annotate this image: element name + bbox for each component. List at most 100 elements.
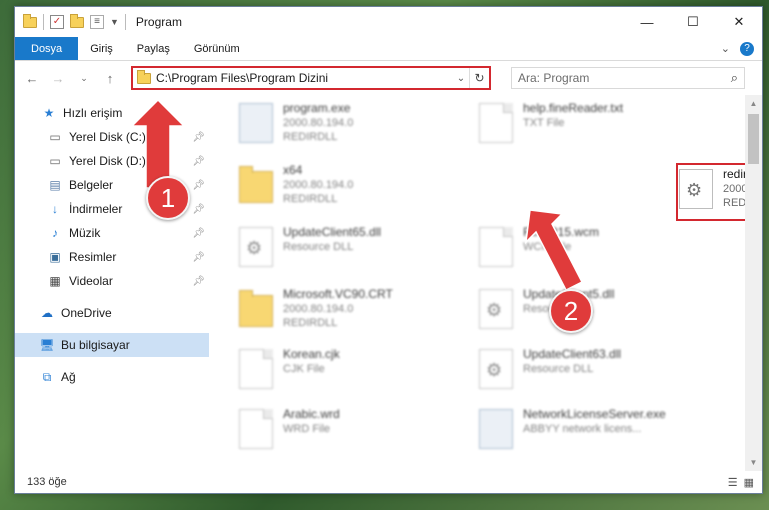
file-item[interactable]: program.exe 2000.80.194.0 REDIRDLL	[239, 101, 469, 153]
search-icon[interactable]: ⌕	[731, 70, 738, 86]
file-icon	[239, 349, 273, 389]
file-version: 2000.80.194.0	[283, 117, 354, 129]
sidebar-item-label: Yerel Disk (C:)	[69, 130, 146, 144]
file-type: ABBYY network licens...	[523, 423, 642, 435]
navigation-bar: ← → ⌄ ↑ C:\Program Files\Program Dizini …	[15, 61, 762, 95]
forward-button[interactable]: →	[47, 67, 69, 89]
pin-icon[interactable]: 📌︎	[192, 204, 205, 215]
vertical-scrollbar[interactable]: ▲ ▼	[745, 95, 762, 471]
tab-giris[interactable]: Giriş	[78, 37, 125, 60]
details-view-icon[interactable]: ☰	[728, 476, 738, 489]
status-bar: 133 öğe ☰ ▦	[15, 471, 762, 493]
file-name: NetworkLicenseServer.exe	[523, 407, 666, 421]
file-name: UpdateClient63.dll	[523, 347, 622, 361]
up-button[interactable]: ↑	[99, 67, 121, 89]
file-company: REDIRDLL	[283, 131, 338, 143]
new-folder-icon[interactable]	[70, 13, 84, 28]
scroll-down-arrow-icon[interactable]: ▼	[745, 454, 762, 471]
folder-icon	[239, 290, 273, 327]
back-button[interactable]: ←	[21, 67, 43, 89]
scroll-thumb[interactable]	[748, 114, 759, 164]
sidebar-item-label: Yerel Disk (D:)	[69, 154, 146, 168]
sidebar-item-this-pc[interactable]: 🖥︎ Bu bilgisayar	[15, 333, 209, 357]
sidebar-item-videos[interactable]: ▦ Videolar 📌︎	[15, 269, 209, 293]
sidebar-item-label: Ağ	[61, 370, 76, 384]
large-icons-view-icon[interactable]: ▦	[744, 476, 754, 489]
computer-icon: 🖥︎	[39, 338, 55, 352]
pin-icon[interactable]: 📌︎	[192, 228, 205, 239]
properties-icon[interactable]: ✓	[50, 15, 64, 29]
tab-paylas[interactable]: Paylaş	[125, 37, 182, 60]
file-list: program.exe 2000.80.194.0 REDIRDLL help.fi…	[209, 95, 762, 471]
file-item[interactable]: Arabic.wrd WRD File	[239, 407, 469, 459]
divider	[124, 14, 126, 30]
pin-icon[interactable]: 📌︎	[192, 180, 205, 191]
address-path[interactable]: C:\Program Files\Program Dizini	[156, 71, 453, 85]
pin-icon[interactable]: 📌︎	[192, 156, 205, 167]
pin-icon[interactable]: 📌︎	[192, 276, 205, 287]
drive-icon: ▭	[49, 154, 61, 168]
address-bar[interactable]: C:\Program Files\Program Dizini ⌄ ↻	[131, 66, 491, 90]
file-version: 2000.80.194.0	[283, 179, 354, 191]
sidebar-item-label: İndirmeler	[69, 202, 123, 216]
refresh-button[interactable]: ↻	[469, 68, 489, 88]
customize-icon[interactable]: ≡	[90, 15, 104, 29]
sidebar-item-label: Müzik	[69, 226, 101, 240]
folder-icon	[239, 166, 273, 203]
file-item[interactable]: x64 2000.80.194.0 REDIRDLL	[239, 163, 469, 215]
close-button[interactable]: ✕	[716, 7, 762, 37]
sidebar-item-onedrive[interactable]: ☁ OneDrive	[15, 301, 209, 325]
minimize-button[interactable]: —	[624, 7, 670, 37]
file-item[interactable]: help.fineReader.txt TXT File	[479, 101, 709, 153]
exe-file-icon	[479, 409, 513, 449]
file-type: CJK File	[283, 363, 325, 375]
file-item[interactable]: ⚙ UpdateClient63.dll Resource DLL	[479, 347, 709, 399]
search-input[interactable]: Ara: Program ⌕	[511, 67, 745, 89]
expand-ribbon-icon[interactable]: ⌄	[721, 42, 730, 55]
maximize-button[interactable]: ☐	[670, 7, 716, 37]
sidebar-item-label: Belgeler	[69, 178, 114, 192]
dll-file-icon: ⚙	[479, 349, 513, 389]
explorer-window: ✓ ≡ ▼ Program — ☐ ✕ Dosya Giriş Paylaş G…	[14, 6, 763, 494]
network-icon: ⧉	[42, 369, 52, 384]
tab-gorunum[interactable]: Görünüm	[182, 37, 252, 60]
videos-icon: ▦	[49, 274, 61, 288]
sidebar-item-music[interactable]: ♪ Müzik 📌︎	[15, 221, 209, 245]
file-item[interactable]: ⚙ UpdateClient65.dll Resource DLL	[239, 225, 469, 277]
quick-access-toolbar: ✓ ≡ ▼	[23, 13, 126, 30]
file-name: Korean.cjk	[283, 347, 340, 361]
sidebar-item-label: Hızlı erişim	[63, 106, 123, 120]
file-name: help.fineReader.txt	[523, 101, 624, 115]
sidebar-item-disk-d[interactable]: ▭ Yerel Disk (D:) 📌︎	[15, 149, 209, 173]
file-name: UpdateClient65.dll	[283, 225, 382, 239]
documents-icon: ▤	[49, 178, 61, 192]
file-item[interactable]: NetworkLicenseServer.exe ABBYY network li…	[479, 407, 709, 459]
navigation-pane: ★ Hızlı erişim ▭ Yerel Disk (C:) 📌︎ ▭ Ye…	[15, 95, 209, 471]
ribbon-tabs: Dosya Giriş Paylaş Görünüm ⌄ ?	[15, 37, 762, 61]
help-icon[interactable]: ?	[740, 41, 754, 56]
exe-file-icon	[239, 103, 273, 143]
drive-icon: ▭	[49, 130, 61, 144]
pin-icon[interactable]: 📌︎	[192, 252, 205, 263]
chevron-down-icon[interactable]: ⌄	[453, 73, 469, 84]
file-name: x64	[283, 163, 303, 177]
sidebar-item-disk-c[interactable]: ▭ Yerel Disk (C:) 📌︎	[15, 125, 209, 149]
recent-locations-button[interactable]: ⌄	[73, 67, 95, 89]
chevron-down-icon[interactable]: ▼	[110, 17, 119, 27]
file-name: Arabic.wrd	[283, 407, 340, 421]
file-item[interactable]: RoWP15.wcm WCM File	[479, 225, 709, 277]
sidebar-item-pictures[interactable]: ▣ Resimler 📌︎	[15, 245, 209, 269]
file-company: REDIRDLL	[283, 317, 338, 329]
sidebar-item-network[interactable]: ⧉ Ağ	[15, 365, 209, 389]
pin-icon[interactable]: 📌︎	[192, 132, 205, 143]
file-item[interactable]: Microsoft.VC90.CRT 2000.80.194.0 REDIRDLL	[239, 287, 469, 339]
text-file-icon	[479, 103, 513, 143]
file-version: 2000.80.194.0	[283, 303, 354, 315]
cloud-icon: ☁	[41, 306, 53, 320]
file-item[interactable]: ⚙ UpdateClient5.dllResource DLL	[479, 287, 709, 339]
sidebar-item-quick-access[interactable]: ★ Hızlı erişim	[15, 101, 209, 125]
star-icon: ★	[43, 106, 55, 120]
tab-dosya[interactable]: Dosya	[15, 37, 79, 60]
scroll-up-arrow-icon[interactable]: ▲	[745, 95, 762, 112]
file-item[interactable]: Korean.cjk CJK File	[239, 347, 469, 399]
